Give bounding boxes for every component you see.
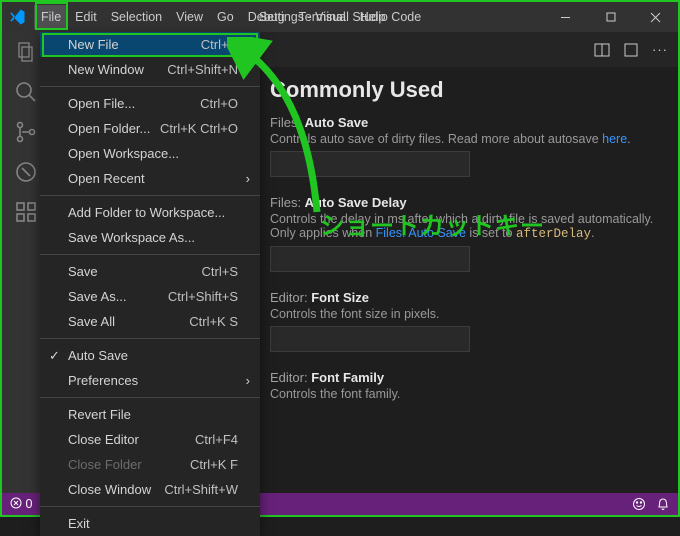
menu-item-revert-file[interactable]: Revert File bbox=[40, 402, 260, 427]
file-menu-dropdown: New FileCtrl+NNew WindowCtrl+Shift+N Open… bbox=[40, 32, 260, 536]
menu-item-open-workspace-[interactable]: Open Workspace... bbox=[40, 141, 260, 166]
menu-item-preferences[interactable]: Preferences› bbox=[40, 368, 260, 393]
debug-icon[interactable] bbox=[14, 160, 38, 184]
open-tab-icon[interactable] bbox=[623, 42, 639, 58]
feedback-icon[interactable] bbox=[632, 497, 646, 511]
maximize-button[interactable] bbox=[588, 2, 633, 32]
setting-label: Files: Auto Save Delay bbox=[270, 195, 658, 210]
autosave-ref-link[interactable]: Files: Auto Save bbox=[376, 226, 466, 240]
menu-item-close-window[interactable]: Close WindowCtrl+Shift+W bbox=[40, 477, 260, 502]
menu-item-open-recent[interactable]: Open Recent› bbox=[40, 166, 260, 191]
search-icon[interactable] bbox=[14, 80, 38, 104]
menu-item-add-folder-to-workspace-[interactable]: Add Folder to Workspace... bbox=[40, 200, 260, 225]
minimize-button[interactable] bbox=[543, 2, 588, 32]
menu-item-save[interactable]: SaveCtrl+S bbox=[40, 259, 260, 284]
menu-go[interactable]: Go bbox=[210, 5, 241, 29]
menu-file[interactable]: File bbox=[34, 5, 68, 29]
menu-item-new-file[interactable]: New FileCtrl+N bbox=[40, 32, 260, 57]
menu-item-auto-save[interactable]: ✓Auto Save bbox=[40, 343, 260, 368]
autosave-link[interactable]: here bbox=[602, 132, 627, 146]
setting-input[interactable] bbox=[270, 246, 470, 272]
setting-description: Controls the font size in pixels. bbox=[270, 307, 658, 321]
more-actions-icon[interactable]: ··· bbox=[652, 42, 668, 57]
setting-description: Controls the delay in ms after which a d… bbox=[270, 212, 658, 241]
setting-label: Files: Auto Save bbox=[270, 115, 658, 130]
menu-item-close-editor[interactable]: Close EditorCtrl+F4 bbox=[40, 427, 260, 452]
settings-section-title: Commonly Used bbox=[270, 77, 658, 103]
vscode-logo-icon bbox=[8, 8, 26, 26]
menu-edit[interactable]: Edit bbox=[68, 5, 104, 29]
status-errors[interactable]: 0 bbox=[10, 497, 32, 511]
setting-label: Editor: Font Family bbox=[270, 370, 658, 385]
close-button[interactable] bbox=[633, 2, 678, 32]
source-control-icon[interactable] bbox=[14, 120, 38, 144]
menu-selection[interactable]: Selection bbox=[104, 5, 169, 29]
window-title: Settings - Visual Studio Code bbox=[259, 10, 421, 24]
menu-item-new-window[interactable]: New WindowCtrl+Shift+N bbox=[40, 57, 260, 82]
menu-item-open-folder-[interactable]: Open Folder...Ctrl+K Ctrl+O bbox=[40, 116, 260, 141]
menu-item-save-all[interactable]: Save AllCtrl+K S bbox=[40, 309, 260, 334]
setting-input[interactable] bbox=[270, 326, 470, 352]
extensions-icon[interactable] bbox=[14, 200, 38, 224]
setting-input[interactable] bbox=[270, 151, 470, 177]
menu-item-save-as-[interactable]: Save As...Ctrl+Shift+S bbox=[40, 284, 260, 309]
setting-description: Controls auto save of dirty files. Read … bbox=[270, 132, 658, 146]
menu-item-exit[interactable]: Exit bbox=[40, 511, 260, 536]
explorer-icon[interactable] bbox=[14, 40, 38, 64]
menu-item-open-file-[interactable]: Open File...Ctrl+O bbox=[40, 91, 260, 116]
split-editor-icon[interactable] bbox=[594, 42, 610, 58]
menu-view[interactable]: View bbox=[169, 5, 210, 29]
menu-item-save-workspace-as-[interactable]: Save Workspace As... bbox=[40, 225, 260, 250]
setting-label: Editor: Font Size bbox=[270, 290, 658, 305]
menu-item-close-folder: Close FolderCtrl+K F bbox=[40, 452, 260, 477]
bell-icon[interactable] bbox=[656, 497, 670, 511]
setting-description: Controls the font family. bbox=[270, 387, 658, 401]
